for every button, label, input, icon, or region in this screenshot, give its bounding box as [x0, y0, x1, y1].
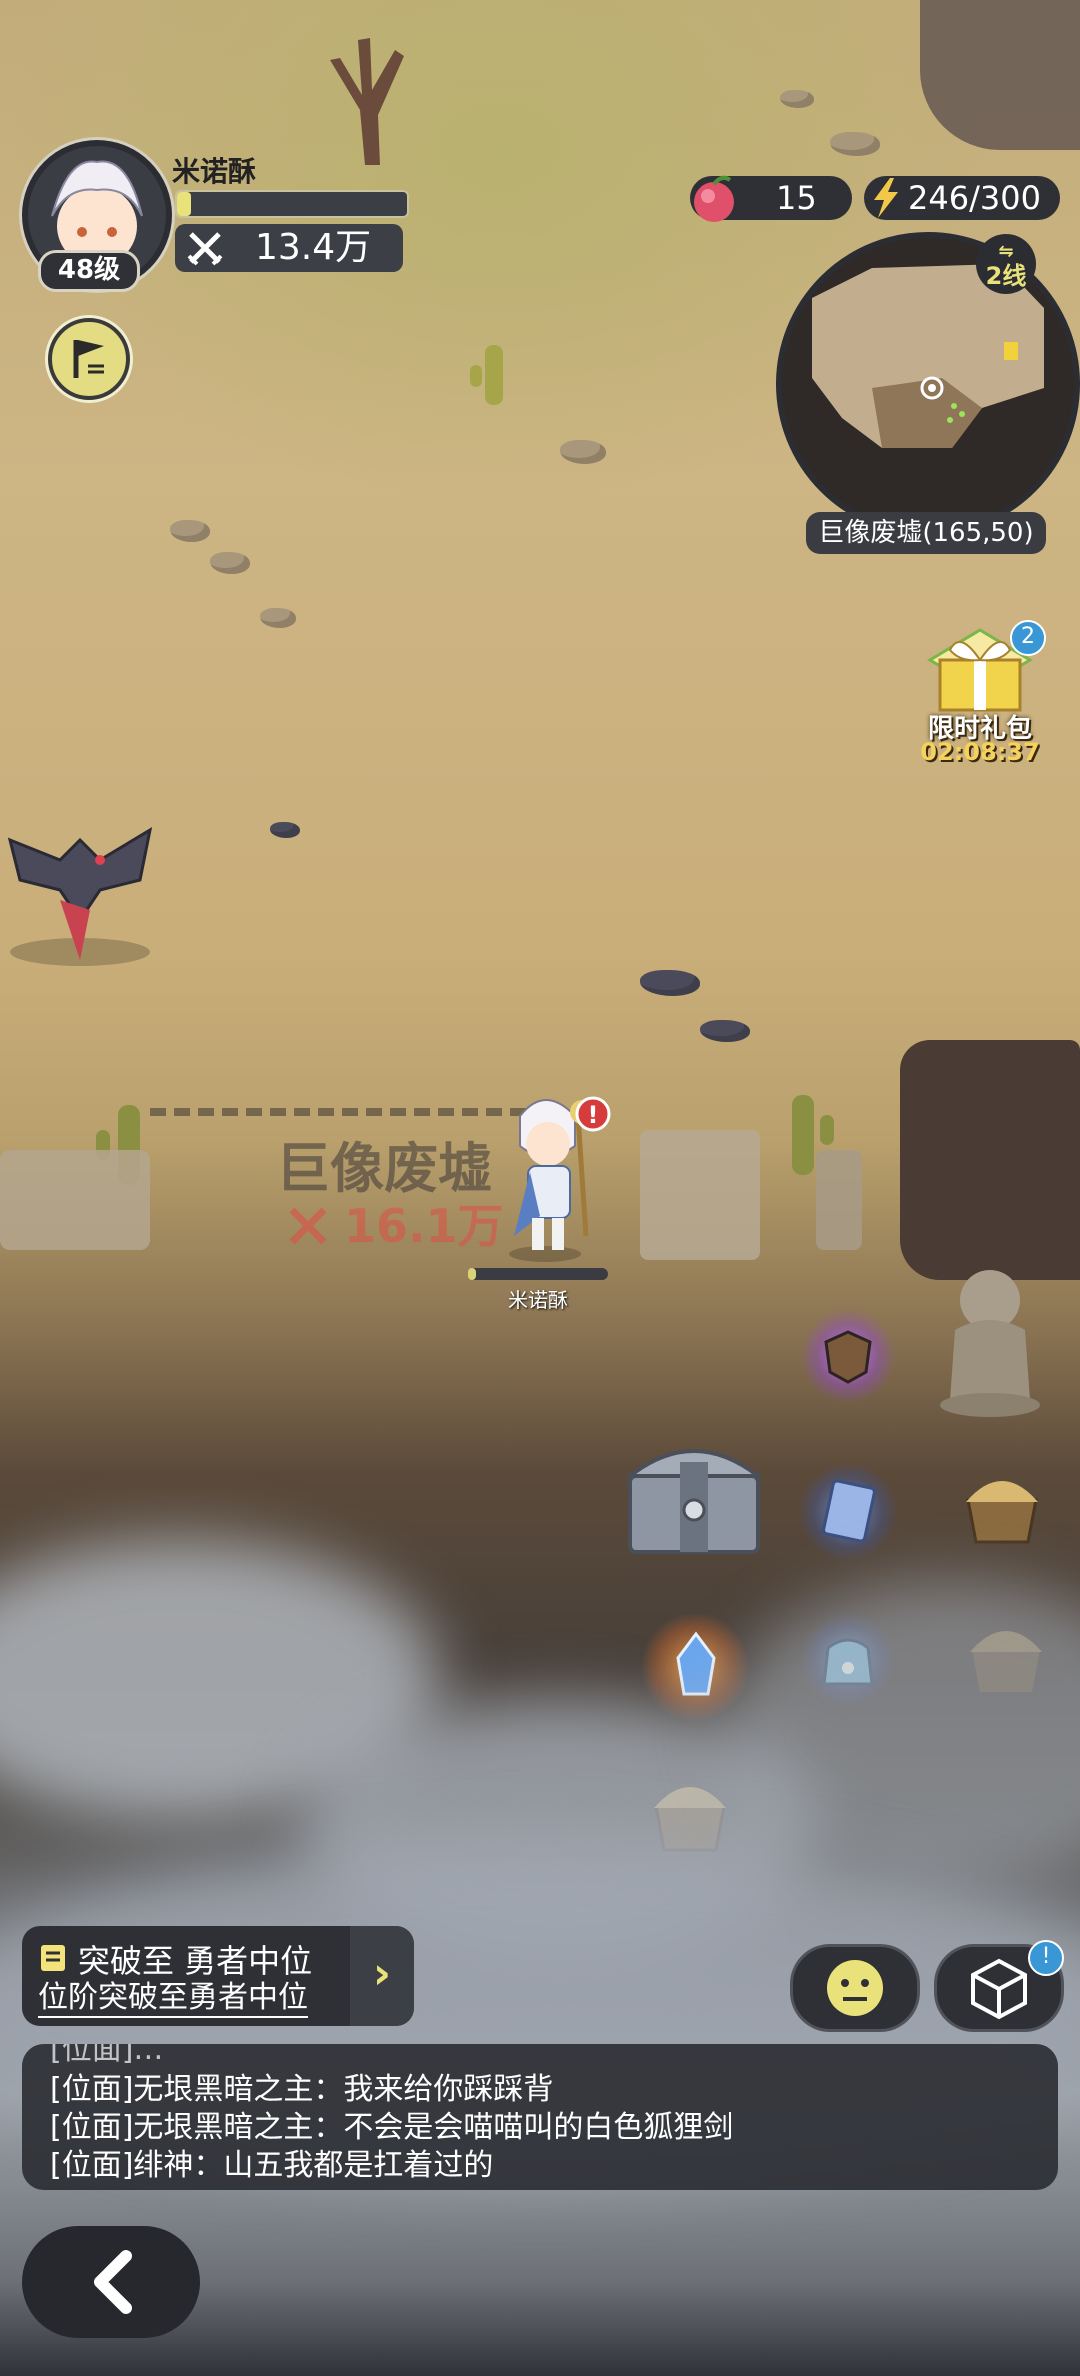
chevron-right-icon: › — [372, 1948, 392, 1999]
chat-line: [位面]绯神：山五我都是扛着过的 — [50, 2148, 494, 2183]
dark-rock — [640, 970, 700, 996]
ruin-stone — [640, 1130, 760, 1260]
back-button[interactable] — [22, 2226, 200, 2338]
back-arrow-icon — [94, 2250, 132, 2314]
svg-text:!: ! — [588, 1101, 599, 1129]
neutral-face-icon — [827, 1960, 883, 2016]
server-line-badge[interactable]: ⇋ 2线 — [976, 234, 1036, 294]
player-character[interactable]: ! — [490, 1086, 630, 1266]
dead-tree — [330, 38, 404, 165]
crossed-swords-icon — [187, 232, 223, 266]
server-line-label: 2线 — [985, 262, 1027, 290]
gift-count-badge: 2 — [1010, 620, 1046, 656]
ruin-top — [920, 0, 1080, 150]
cliff-rock — [900, 1040, 1080, 1280]
combat-power: 13.4万 — [175, 224, 403, 272]
crystal-item-icon — [676, 1631, 716, 1696]
rock — [830, 132, 880, 156]
food-value: 15 — [776, 179, 817, 217]
rock — [780, 90, 814, 108]
energy-resource[interactable]: 246/300 — [864, 176, 1060, 220]
flag-button[interactable] — [48, 318, 130, 400]
map-location-label: 巨像废墟(165,50) — [806, 512, 1046, 554]
player-level: 48级 — [38, 250, 140, 292]
rock — [560, 440, 606, 464]
quest-title: 突破至 勇者中位 — [78, 1942, 313, 1980]
food-resource[interactable]: 15 — [690, 175, 852, 222]
character-hp-fill — [468, 1268, 477, 1280]
dark-rock — [270, 822, 300, 838]
rock — [260, 608, 296, 628]
ruin-stone — [0, 1150, 150, 1250]
character-name-label: 米诺酥 — [508, 1288, 568, 1312]
quest-go-button[interactable]: › — [350, 1926, 414, 2026]
zone-required-power: 16.1万 — [288, 1190, 504, 1256]
chat-panel[interactable]: [位面]… [位面]无垠黑暗之主：我来给你踩踩背 [位面]无垠黑暗之主：不会是会… — [22, 2044, 1058, 2190]
gift-timer: 02:08:37 — [920, 738, 1040, 766]
quest-subtitle: 位阶突破至勇者中位 — [38, 1980, 308, 2018]
combat-power-value: 13.4万 — [255, 227, 372, 268]
character-hp-bar — [468, 1268, 608, 1280]
box-alert-badge: ! — [1028, 1940, 1064, 1976]
cactus — [470, 345, 503, 405]
mech-beast-enemy[interactable] — [0, 820, 160, 970]
crossed-swords-icon — [289, 1207, 327, 1245]
sand-bucket-item[interactable] — [954, 1450, 1050, 1550]
rock — [170, 520, 210, 542]
exp-bar-fill — [177, 192, 191, 216]
swap-icon: ⇋ — [998, 241, 1014, 262]
energy-value: 246/300 — [908, 179, 1041, 217]
zone-required-power-value: 16.1万 — [344, 1199, 504, 1253]
card-item-icon — [822, 1479, 876, 1543]
rock — [210, 552, 250, 574]
treasure-chest[interactable] — [624, 1432, 764, 1556]
dark-rock — [700, 1020, 750, 1042]
peach-icon — [694, 175, 734, 222]
ruin-pillar — [816, 1150, 862, 1250]
player-name: 米诺酥 — [172, 155, 257, 188]
emoji-button[interactable] — [790, 1944, 920, 2032]
quest-scroll-icon — [41, 1945, 65, 1971]
exp-bar — [175, 190, 409, 218]
flag-icon — [73, 340, 104, 378]
armor-item-icon — [824, 1330, 872, 1384]
lightning-icon — [874, 178, 898, 218]
quest-tracker[interactable]: 突破至 勇者中位 位阶突破至勇者中位 › — [22, 1926, 414, 2026]
stone-statue-npc[interactable] — [930, 1260, 1050, 1420]
